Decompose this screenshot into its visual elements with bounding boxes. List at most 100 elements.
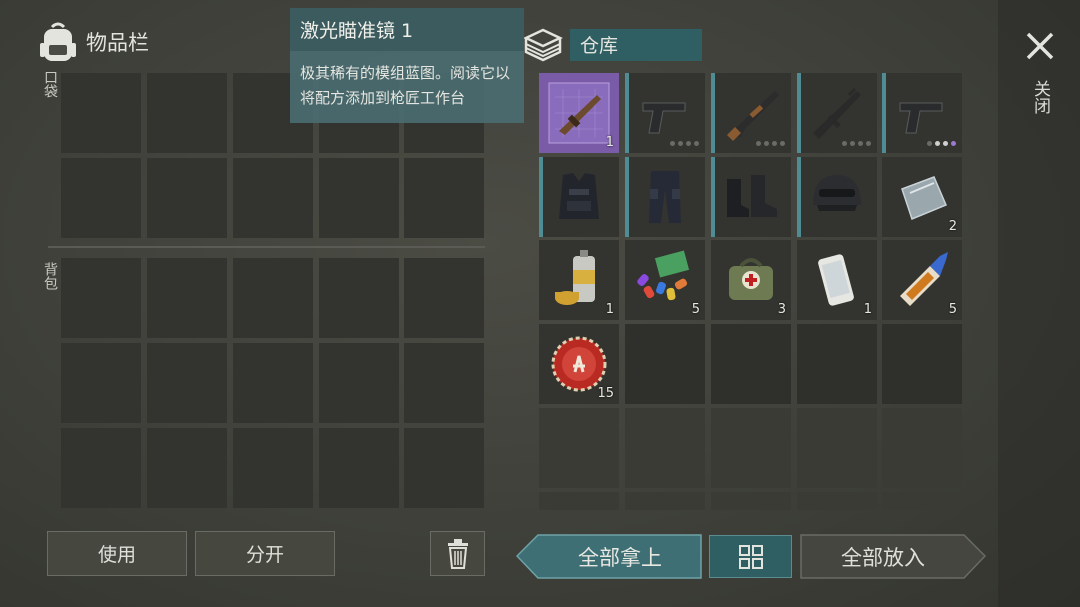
item-slot[interactable]	[711, 492, 791, 510]
glue-tube-icon	[900, 252, 948, 306]
section-divider	[48, 246, 485, 248]
pocket-slot[interactable]	[61, 158, 141, 238]
item-count: 5	[691, 302, 700, 317]
item-slot-glue[interactable]: 5	[882, 240, 962, 320]
backpack-slot[interactable]	[319, 428, 399, 508]
backpack-slot[interactable]	[233, 428, 313, 508]
item-slot-police-vest[interactable]	[539, 157, 619, 237]
item-slot-assault-rifle[interactable]	[797, 73, 877, 153]
backpack-slot[interactable]	[147, 343, 227, 423]
blueprint-rifle-icon	[548, 82, 610, 144]
take-all-label[interactable]: 全部拿上	[540, 534, 700, 579]
item-slot-first-aid-bag[interactable]: 3	[711, 240, 791, 320]
item-slot-bottle-cap[interactable]: 15	[539, 324, 619, 404]
close-label[interactable]: 关闭	[1028, 80, 1053, 114]
rarity-bar	[711, 73, 715, 153]
backpack-slot[interactable]	[147, 258, 227, 338]
grid-icon	[738, 544, 763, 569]
item-slot[interactable]	[797, 492, 877, 510]
item-slot[interactable]	[539, 408, 619, 488]
pocket-slot[interactable]	[233, 158, 313, 238]
item-slot-pistol-rare[interactable]	[882, 73, 962, 153]
use-button[interactable]: 使用	[47, 531, 187, 576]
item-slot-police-helmet[interactable]	[797, 157, 877, 237]
warehouse-header: 仓库	[522, 24, 702, 66]
pocket-slot[interactable]	[404, 158, 484, 238]
boots-icon	[727, 175, 777, 217]
item-slot-pistol[interactable]	[625, 73, 705, 153]
inventory-title: 物品栏	[86, 31, 149, 55]
pants-icon	[649, 171, 681, 223]
item-slot[interactable]	[711, 324, 791, 404]
split-button[interactable]: 分开	[195, 531, 335, 576]
pistol-icon	[642, 102, 686, 134]
vest-icon	[559, 173, 599, 219]
backpack-slot[interactable]	[319, 343, 399, 423]
inventory-header: 物品栏	[38, 20, 149, 64]
backpack-slot[interactable]	[147, 428, 227, 508]
backpack-label: 背包	[42, 262, 58, 290]
pocket-label: 口袋	[42, 70, 58, 98]
item-count: 3	[777, 302, 786, 317]
item-slot[interactable]	[625, 324, 705, 404]
item-count: 1	[605, 302, 614, 317]
item-slot[interactable]	[882, 408, 962, 488]
metal-plate-icon	[901, 176, 947, 220]
put-all-label[interactable]: 全部放入	[800, 534, 966, 579]
item-tooltip: 激光瞄准镜 1 极其稀有的模组蓝图。阅读它以将配方添加到枪匠工作台	[290, 8, 524, 123]
item-slot[interactable]	[539, 492, 619, 510]
backpack-slot[interactable]	[404, 343, 484, 423]
item-count: 1	[863, 302, 872, 317]
item-count: 5	[948, 302, 957, 317]
backpack-slot[interactable]	[61, 258, 141, 338]
item-slot-smartphone[interactable]: 1	[797, 240, 877, 320]
backpack-slot[interactable]	[61, 343, 141, 423]
rarity-bar	[625, 73, 629, 153]
crate-icon	[523, 28, 563, 62]
item-slot[interactable]	[882, 492, 962, 510]
item-slot-police-pants[interactable]	[625, 157, 705, 237]
item-slot[interactable]	[797, 408, 877, 488]
gun-parts-icon	[637, 250, 690, 301]
backpack-icon	[40, 22, 76, 61]
backpack-slot[interactable]	[61, 428, 141, 508]
item-slot[interactable]	[711, 408, 791, 488]
tooltip-description: 极其稀有的模组蓝图。阅读它以将配方添加到枪匠工作台	[300, 64, 511, 107]
item-count: 1	[605, 135, 614, 150]
backpack-slot[interactable]	[404, 428, 484, 508]
item-slot[interactable]	[625, 492, 705, 510]
pocket-slot[interactable]	[61, 73, 141, 153]
upgrade-dots	[927, 141, 956, 146]
backpack-slot[interactable]	[233, 258, 313, 338]
rarity-bar	[625, 157, 629, 237]
item-slot[interactable]	[882, 324, 962, 404]
upgrade-dots	[756, 141, 785, 146]
backpack-slot[interactable]	[404, 258, 484, 338]
tooltip-title: 激光瞄准镜 1	[290, 8, 524, 51]
backpack-slot[interactable]	[319, 258, 399, 338]
item-slot-spray-can[interactable]: 1	[539, 240, 619, 320]
item-slot-shotgun[interactable]	[711, 73, 791, 153]
item-slot-blueprint[interactable]: 1	[539, 73, 619, 153]
item-count: 2	[948, 219, 957, 234]
item-slot-police-boots[interactable]	[711, 157, 791, 237]
pocket-slot[interactable]	[147, 158, 227, 238]
rarity-bar	[539, 157, 543, 237]
shotgun-icon	[727, 91, 779, 141]
rarity-bar	[797, 73, 801, 153]
item-slot-gun-parts[interactable]: 5	[625, 240, 705, 320]
pocket-slot[interactable]	[147, 73, 227, 153]
first-aid-bag-icon	[729, 258, 773, 300]
rarity-bar	[711, 157, 715, 237]
close-icon[interactable]	[1022, 28, 1058, 64]
item-slot[interactable]	[625, 408, 705, 488]
trash-icon	[447, 538, 468, 569]
item-slot-metal-plate[interactable]: 2	[882, 157, 962, 237]
helmet-icon	[813, 175, 861, 211]
trash-button[interactable]	[430, 531, 485, 576]
backpack-slot[interactable]	[233, 343, 313, 423]
sort-grid-button[interactable]	[709, 535, 792, 578]
item-slot[interactable]	[797, 324, 877, 404]
pocket-slot[interactable]	[319, 158, 399, 238]
spray-can-icon	[555, 250, 595, 305]
